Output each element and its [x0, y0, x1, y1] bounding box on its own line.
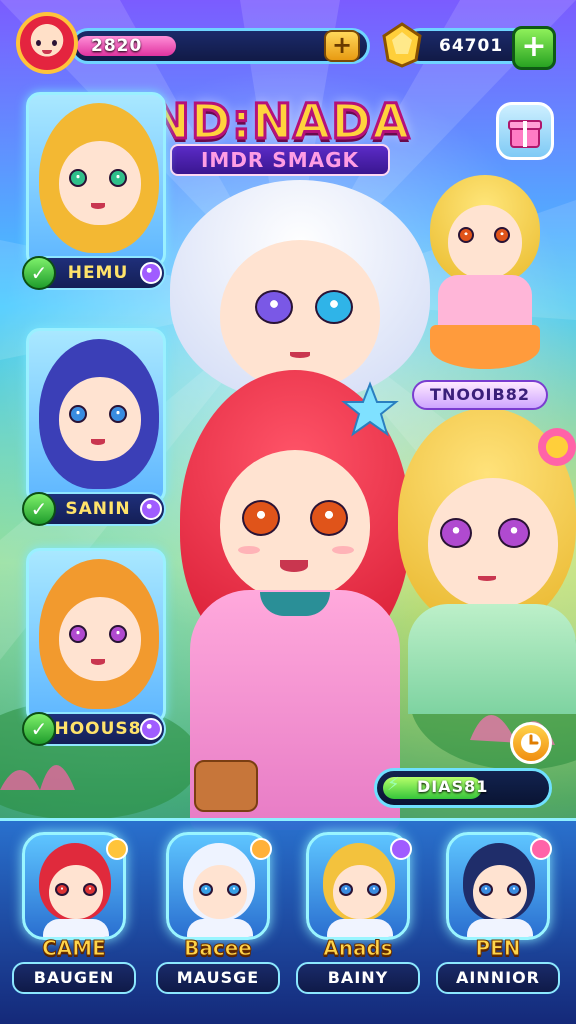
red-hair-main-character[interactable] — [180, 370, 410, 830]
add-coins-button[interactable]: + — [512, 26, 556, 70]
gem-icon — [140, 262, 162, 284]
add-energy-button[interactable]: + — [324, 30, 360, 62]
red-hair-avatar-icon — [30, 30, 64, 60]
roster-subtitle-button[interactable]: BAINY — [296, 962, 420, 994]
timer-button[interactable] — [510, 722, 552, 764]
progress-bar: ⚡ DIAS81 — [374, 768, 552, 808]
small-blonde-character — [420, 175, 550, 375]
card-name-label: HEMU — [67, 263, 129, 283]
roster-title: Bacee — [184, 936, 253, 961]
card-portrait-frame — [26, 92, 166, 268]
game-screen: 2820 + 64701 + ND:NADA IMDR SMAGK TNOOIB… — [0, 0, 576, 1024]
roster-badge-icon — [390, 838, 412, 860]
star-hairclip-icon — [341, 381, 399, 437]
progress-label: DIAS81 — [417, 777, 489, 796]
gold-gem-icon — [382, 22, 422, 68]
lightning-icon: ⚡ — [387, 774, 400, 795]
card-name-label: SANIN — [65, 499, 131, 519]
gift-icon — [508, 120, 542, 148]
character-name-tag-right[interactable]: TNOOIB82 — [412, 380, 548, 410]
check-icon[interactable]: ✓ — [22, 712, 56, 746]
card-portrait-frame — [26, 328, 166, 504]
coins-value: 64701 — [439, 36, 504, 56]
roster-subtitle-button[interactable]: MAUSGE — [156, 962, 280, 994]
gem-icon — [140, 498, 162, 520]
player-avatar[interactable] — [16, 12, 78, 74]
gem-icon — [140, 718, 162, 740]
clock-icon — [521, 733, 541, 753]
roster-badge-icon — [250, 838, 272, 860]
check-icon[interactable]: ✓ — [22, 256, 56, 290]
energy-value: 2820 — [91, 36, 143, 56]
roster-title: PEN — [475, 936, 521, 961]
roster-title: Anads — [323, 936, 393, 961]
roster-badge-icon — [106, 838, 128, 860]
roster-title: CAME — [42, 936, 107, 961]
game-logo-subtitle: IMDR SMAGK — [170, 144, 390, 176]
left-character-card[interactable]: SANIN ✓ — [20, 328, 170, 528]
roster-subtitle-button[interactable]: BAUGEN — [12, 962, 136, 994]
card-portrait-frame — [26, 548, 166, 724]
game-logo-title: ND:NADA — [148, 93, 411, 152]
gift-button[interactable] — [496, 102, 554, 160]
left-character-card[interactable]: HEMU ✓ — [20, 92, 170, 292]
roster-subtitle-button[interactable]: AINNIOR — [436, 962, 560, 994]
check-icon[interactable]: ✓ — [22, 492, 56, 526]
card-name-label: HOOUS8 — [54, 719, 142, 739]
blonde-character-right — [398, 408, 576, 714]
left-character-card[interactable]: HOOUS8 ✓ — [20, 548, 170, 748]
roster-badge-icon — [530, 838, 552, 860]
